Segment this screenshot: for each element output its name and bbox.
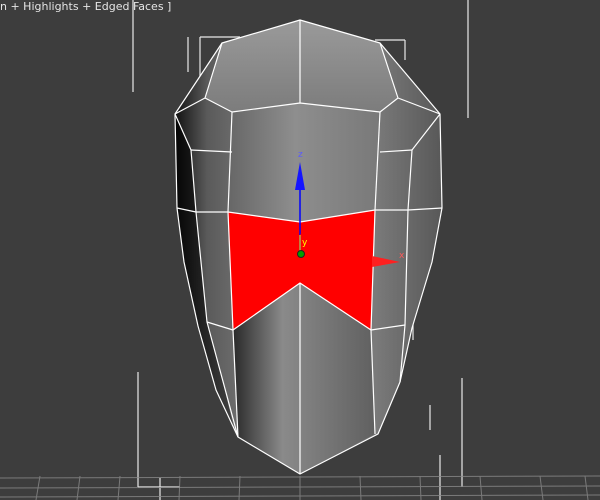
viewport-shading-label[interactable]: n + Highlights + Edged Faces ] [0,0,171,13]
perspective-viewport[interactable]: z x y n + Highlights + Edged Faces ] [0,0,600,500]
gizmo-z-label: z [298,150,303,160]
pivot-dot-icon [297,250,305,258]
ground-grid [0,475,600,500]
gizmo-x-label: x [399,251,405,261]
mesh-top-faces [205,20,398,112]
viewport-scene[interactable]: z x y [0,0,600,500]
head-mesh[interactable] [174,19,443,475]
gizmo-y-label: y [302,238,308,248]
